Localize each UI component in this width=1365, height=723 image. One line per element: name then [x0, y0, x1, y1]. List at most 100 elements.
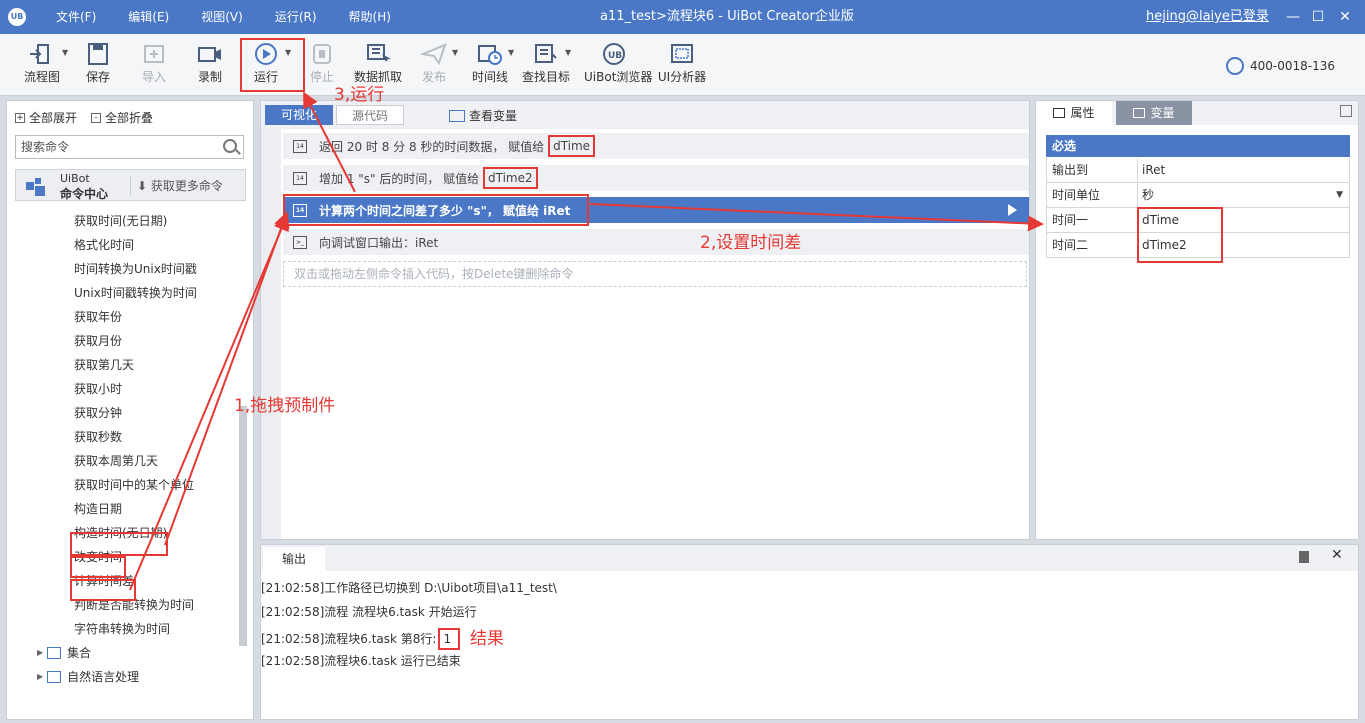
- result-highlight: 1: [438, 628, 461, 650]
- command-item[interactable]: 获取年份: [7, 305, 237, 329]
- command-item[interactable]: 获取月份: [7, 329, 237, 353]
- window-title: a11_test>流程块6 - UiBot Creator企业版: [600, 9, 854, 24]
- plus-icon: +: [15, 112, 25, 123]
- maximize-icon[interactable]: ☐: [1303, 0, 1333, 34]
- camera-icon: [198, 47, 221, 62]
- command-group-nlp[interactable]: ▶ 自然语言处理: [7, 665, 237, 689]
- drop-zone-hint[interactable]: 双击或拖动左侧命令插入代码，按Delete键删除命令: [283, 261, 1027, 287]
- svg-text:UB: UB: [608, 51, 622, 61]
- command-item[interactable]: 构造日期: [7, 497, 237, 521]
- command-search-input[interactable]: [15, 135, 244, 159]
- editor-tabs: 可视化 源代码 查看变量: [261, 101, 1029, 129]
- log-line: [21:02:58]工作路径已切换到 D:\Uibot项目\a11_test\: [261, 581, 557, 595]
- popout-icon[interactable]: [1340, 105, 1352, 117]
- chevron-down-icon[interactable]: ▼: [508, 48, 514, 57]
- search-icon[interactable]: [223, 139, 237, 153]
- close-icon[interactable]: ✕: [1331, 547, 1343, 563]
- collapse-all-link[interactable]: - 全部折叠: [91, 109, 153, 126]
- command-tree-panel: +全部展开 -全部折叠 UiBot 命令中心 ⬇ 获取更多命令 获取时间(无日期…: [6, 100, 254, 720]
- scrollbar-thumb[interactable]: [239, 406, 247, 646]
- record-button[interactable]: 录制: [180, 40, 240, 92]
- menu-help[interactable]: 帮助(H): [333, 0, 407, 34]
- command-item[interactable]: 获取分钟: [7, 401, 237, 425]
- command-item[interactable]: 字符串转换为时间: [7, 617, 237, 641]
- toolbar: 流程图 ▼ 保存 导入 录制 运行 ▼ 停止 数据抓取 发布 ▼ 时间线 ▼ 查…: [0, 34, 1365, 96]
- properties-panel: 属性 变量 必选 输出到 iRet 时间单位 秒 ▼ 时间一 dTime 时间二 …: [1035, 100, 1359, 540]
- support-phone: 400-0018-136: [1226, 57, 1335, 75]
- command-item[interactable]: 获取第几天: [7, 353, 237, 377]
- menu-file[interactable]: 文件(F): [40, 0, 112, 34]
- expand-all-link[interactable]: + 全部展开: [15, 109, 77, 126]
- minus-icon: -: [91, 112, 102, 123]
- command-group-collection[interactable]: ▶ 集合: [7, 641, 237, 665]
- code-row[interactable]: 14 增加 1 "s" 后的时间， 赋值给 dTime2: [283, 165, 1029, 191]
- annotation-box: [70, 532, 168, 556]
- command-item[interactable]: 获取时间中的某个单位: [7, 473, 237, 497]
- variable-icon: [1133, 108, 1146, 118]
- annotation-label: 1,拖拽预制件: [234, 396, 336, 416]
- calendar-icon: 14: [293, 139, 307, 153]
- chevron-down-icon: ▼: [1336, 190, 1343, 200]
- get-more-commands-button[interactable]: ⬇ 获取更多命令: [130, 176, 229, 196]
- code-row[interactable]: 14 返回 20 时 8 分 8 秒的时间数据， 赋值给 dTime: [283, 133, 1029, 159]
- import-button[interactable]: 导入: [124, 40, 184, 92]
- tab-source[interactable]: 源代码: [336, 105, 404, 125]
- view-variables-button[interactable]: 查看变量: [449, 107, 517, 124]
- command-center-bar: UiBot 命令中心 ⬇ 获取更多命令: [15, 169, 246, 201]
- find-target-icon: [535, 44, 557, 63]
- nlp-icon: [47, 671, 62, 683]
- properties-tabs: 属性 变量: [1036, 101, 1358, 125]
- command-item[interactable]: Unix时间戳转换为时间: [7, 281, 237, 305]
- clock-icon: [478, 45, 502, 65]
- command-item[interactable]: 获取秒数: [7, 425, 237, 449]
- title-bar: UB 文件(F) 编辑(E) 视图(V) 运行(R) 帮助(H) a11_tes…: [0, 0, 1365, 34]
- output-panel: 输出 ✕ [21:02:58]工作路径已切换到 D:\Uibot项目\a11_t…: [260, 544, 1359, 720]
- user-login-link[interactable]: hejing@laiye已登录: [1146, 0, 1269, 34]
- code-row[interactable]: >_ 向调试窗口输出：iRet: [283, 229, 1029, 255]
- command-item[interactable]: 获取本周第几天: [7, 449, 237, 473]
- save-button[interactable]: 保存: [68, 40, 128, 92]
- variable-highlight: dTime2: [483, 167, 538, 189]
- command-item[interactable]: 格式化时间: [7, 233, 237, 257]
- required-section-header: 必选: [1046, 135, 1350, 157]
- annotation-label: 3,运行: [334, 85, 385, 105]
- command-item[interactable]: 获取时间(无日期): [7, 209, 237, 233]
- chevron-down-icon[interactable]: ▼: [452, 48, 458, 57]
- tab-visual[interactable]: 可视化: [265, 105, 333, 125]
- uibot-browser-button[interactable]: UB UiBot浏览器: [584, 40, 652, 92]
- flow-editor: 可视化 源代码 查看变量 14 返回 20 时 8 分 8 秒的时间数据， 赋值…: [260, 100, 1030, 540]
- log-line: [21:02:58]流程块6.task 第8行: 1: [261, 628, 461, 650]
- chevron-down-icon[interactable]: ▼: [565, 48, 571, 57]
- console-icon: >_: [293, 235, 307, 249]
- command-center-link[interactable]: 命令中心: [60, 185, 108, 202]
- close-icon[interactable]: ✕: [1330, 0, 1360, 34]
- import-icon: [144, 45, 164, 63]
- annotation-box: [70, 579, 136, 601]
- stop-icon: [313, 44, 331, 64]
- menu-edit[interactable]: 编辑(E): [112, 0, 185, 34]
- app-logo-icon: UB: [8, 8, 26, 26]
- run-line-icon[interactable]: [1008, 204, 1017, 216]
- annotation-box: [240, 38, 305, 92]
- command-center-logo-icon: [26, 178, 45, 196]
- time-unit-select[interactable]: 秒 ▼: [1138, 183, 1349, 207]
- ui-analyzer-button[interactable]: UI分析器: [652, 40, 712, 92]
- data-scrape-icon: [367, 44, 391, 62]
- output-to-field[interactable]: iRet: [1138, 158, 1349, 182]
- command-item[interactable]: 获取小时: [7, 377, 237, 401]
- phone-icon: [1226, 57, 1244, 75]
- flowchart-icon: [30, 44, 49, 64]
- uibot-browser-icon: UB: [603, 43, 625, 65]
- tab-properties[interactable]: 属性: [1036, 101, 1112, 125]
- menu-view[interactable]: 视图(V): [185, 0, 259, 34]
- tab-output[interactable]: 输出: [263, 547, 325, 571]
- trash-icon[interactable]: [1299, 551, 1309, 563]
- menu-run[interactable]: 运行(R): [259, 0, 333, 34]
- log-line: [21:02:58]流程块6.task 运行已结束: [261, 654, 461, 668]
- command-item[interactable]: 时间转换为Unix时间戳: [7, 257, 237, 281]
- paper-plane-icon: [420, 43, 447, 66]
- tab-variables[interactable]: 变量: [1116, 101, 1192, 125]
- annotation-box: [1137, 207, 1223, 263]
- annotation-box: [283, 194, 589, 226]
- chevron-right-icon: ▶: [37, 672, 44, 681]
